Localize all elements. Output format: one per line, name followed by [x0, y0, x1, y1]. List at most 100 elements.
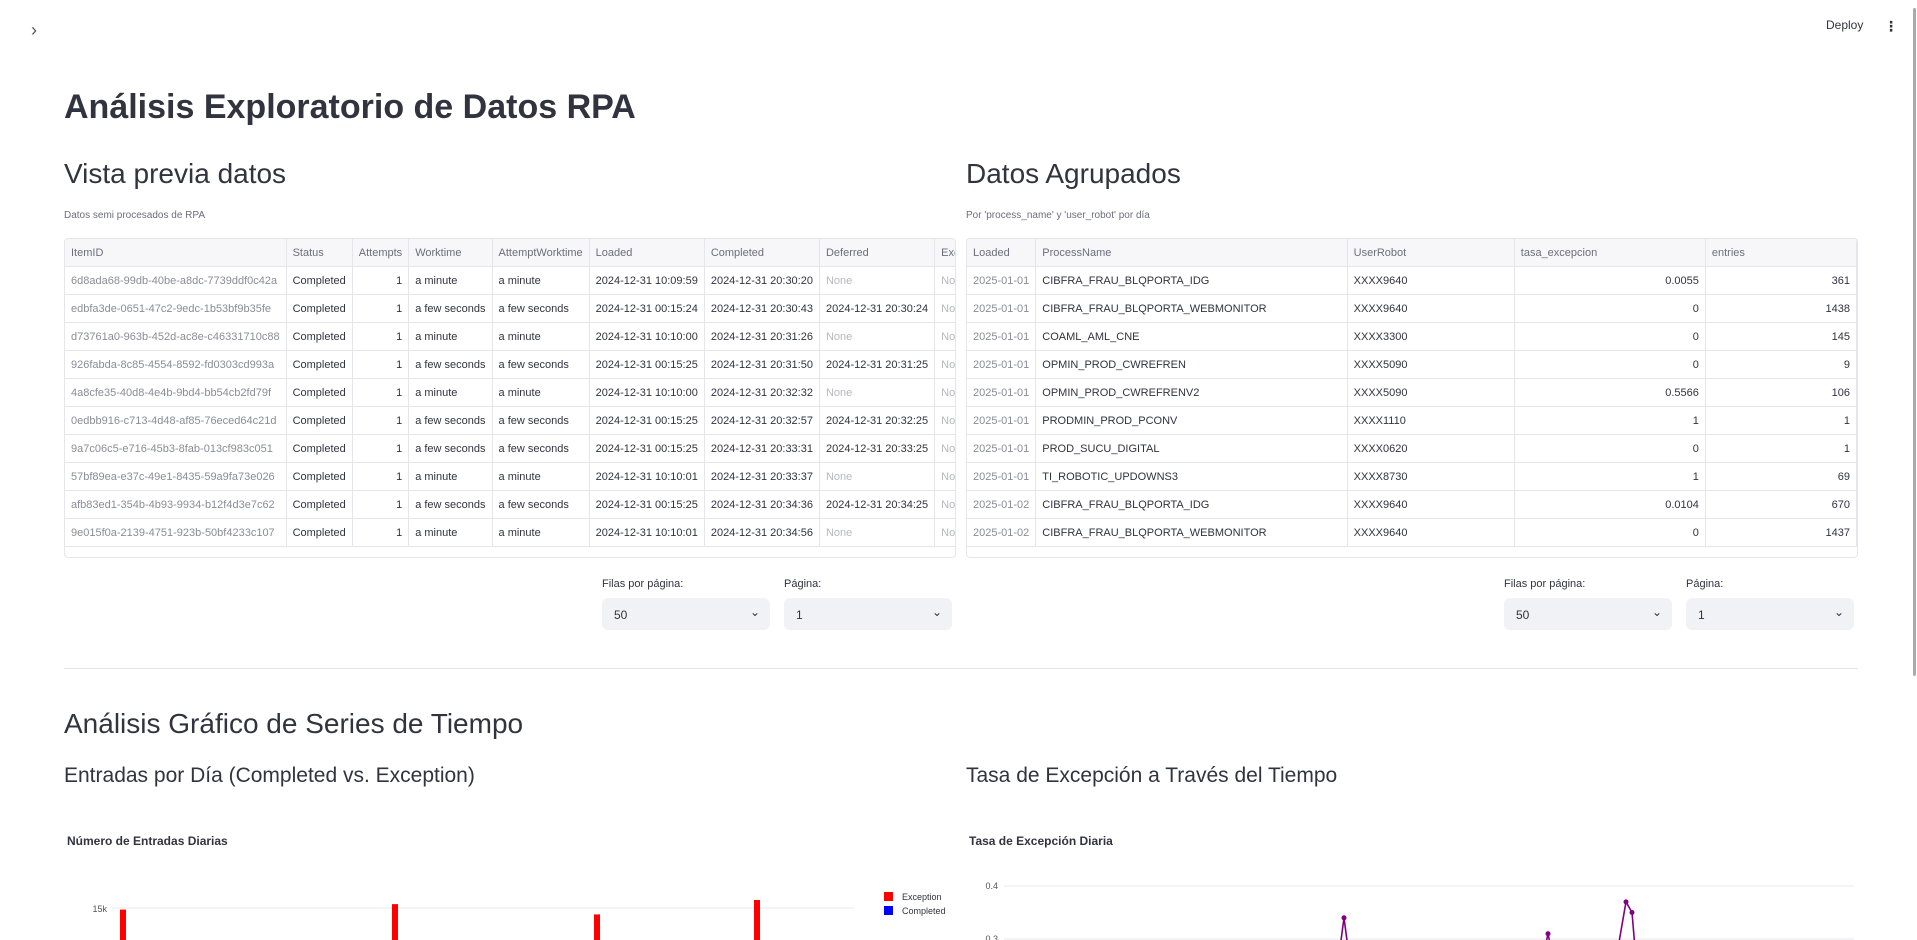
chevron-down-icon: ⌄ — [749, 605, 760, 619]
table-row[interactable]: 2025-01-01 CIBFRA_FRAU_BLQPORTA_IDG XXXX96… — [967, 266, 1857, 295]
table-cell: 2024-12-31 00:15:25 — [589, 406, 705, 435]
table-row[interactable]: 926fabda-8c85-4554-8592-fd0303cd993a Comp… — [65, 350, 955, 379]
table-cell: 2024-12-31 20:30:43 — [704, 294, 820, 323]
table-row[interactable]: 57bf89ea-e37c-49e1-8435-59a9fa73e026 Comp… — [65, 462, 955, 491]
exception-rate-line — [1340, 899, 1636, 940]
table-cell: d73761a0-963b-452d-ac8e-c46331710c88 — [65, 322, 287, 351]
preview-column-header[interactable]: Attempts — [352, 239, 410, 267]
preview-column-header[interactable]: Completed — [704, 239, 820, 267]
table-row[interactable]: 2025-01-01 PRODMIN_PROD_PCONV XXXX1110 1 1 — [967, 406, 1857, 435]
rows-per-page-select[interactable]: 50 ⌄ — [1504, 598, 1672, 630]
page-value: 1 — [796, 608, 803, 622]
table-cell: 1 — [352, 266, 410, 295]
table-cell: Completed — [286, 434, 353, 463]
table-cell: CIBFRA_FRAU_BLQPORTA_IDG — [1035, 490, 1348, 519]
table-cell: 1 — [1705, 434, 1857, 463]
preview-column-header[interactable]: Status — [286, 239, 353, 267]
exception-rate-line-chart: 0.4 0.3 — [985, 881, 1854, 940]
table-cell: Completed — [286, 294, 353, 323]
preview-column-header[interactable]: Deferred — [819, 239, 936, 267]
preview-column-header[interactable]: AttemptWorktime — [492, 239, 590, 267]
table-cell: 1 — [352, 406, 410, 435]
preview-column-header[interactable]: ItemID — [65, 239, 287, 267]
preview-data-table[interactable]: ItemID Status Attempts Worktime AttemptWorkt… — [64, 238, 956, 558]
table-cell: 2024-12-31 20:32:25 — [819, 406, 936, 435]
table-cell: a few seconds — [492, 434, 590, 463]
table-row[interactable]: 2025-01-01 CIBFRA_FRAU_BLQPORTA_WEBMONITO… — [967, 294, 1857, 323]
table-row[interactable]: 2025-01-02 CIBFRA_FRAU_BLQPORTA_WEBMONITO… — [967, 518, 1857, 547]
rows-per-page-select[interactable]: 50 ⌄ — [602, 598, 770, 630]
table-cell: 2025-01-01 — [967, 462, 1037, 491]
table-cell: 2024-12-31 20:34:36 — [704, 490, 820, 519]
table-cell: a few seconds — [408, 406, 493, 435]
page-select[interactable]: 1 ⌄ — [1686, 598, 1854, 630]
line-chart-title: Tasa de Excepción Diaria — [969, 834, 1113, 848]
section-title: Análisis Gráfico de Series de Tiempo — [64, 708, 524, 739]
table-cell: 2024-12-31 20:31:26 — [704, 322, 820, 351]
table-cell: XXXX9640 — [1347, 518, 1515, 547]
table-cell: 2025-01-01 — [967, 322, 1037, 351]
table-cell: 2025-01-02 — [967, 518, 1037, 547]
data-point — [1629, 910, 1635, 915]
kebab-icon[interactable]: ⋮ — [1884, 18, 1898, 35]
table-row[interactable]: 0edbb916-c713-4d48-af85-76eced64c21d Comp… — [65, 406, 955, 435]
table-row[interactable]: d73761a0-963b-452d-ac8e-c46331710c88 Comp… — [65, 322, 955, 351]
table-row[interactable]: 2025-01-01 PROD_SUCU_DIGITAL XXXX0620 0 1 — [967, 434, 1857, 463]
table-cell: TI_ROBOTIC_UPDOWNS3 — [1035, 462, 1348, 491]
grouped-data-table[interactable]: Loaded ProcessName UserRobot tasa_excepcion… — [966, 238, 1858, 558]
table-cell: 2024-12-31 20:30:24 — [819, 294, 936, 323]
grouped-table: Loaded ProcessName UserRobot tasa_excepcion… — [967, 239, 1857, 547]
rows-per-page-label: Filas por página: — [602, 578, 684, 590]
table-row[interactable]: 2025-01-01 OPMIN_PROD_CWREFREN XXXX5090 0 9 — [967, 350, 1857, 379]
table-row[interactable]: 2025-01-01 OPMIN_PROD_CWREFRENV2 XXXX5090 0… — [967, 378, 1857, 407]
table-cell: 6d8ada68-99db-40be-a8dc-7739ddf0c42a — [65, 266, 287, 295]
grouped-column-header[interactable]: UserRobot — [1347, 239, 1515, 267]
grouped-column-header[interactable]: tasa_excepcion — [1514, 239, 1706, 267]
grouped-column-header[interactable]: ProcessName — [1035, 239, 1348, 267]
grouped-column-header[interactable]: Loaded — [967, 239, 1037, 267]
table-cell: 2025-01-01 — [967, 378, 1037, 407]
table-row[interactable]: 2025-01-02 CIBFRA_FRAU_BLQPORTA_IDG XXXX96… — [967, 490, 1857, 519]
table-cell: 69 — [1705, 462, 1857, 491]
deploy-button[interactable]: Deploy — [1826, 18, 1863, 32]
chevron-right-icon[interactable]: › — [24, 20, 44, 40]
table-cell: XXXX5090 — [1347, 350, 1515, 379]
bar-chart-title: Número de Entradas Diarias — [67, 834, 228, 848]
table-row[interactable]: edbfa3de-0651-47c2-9edc-1b53bf9b35fe Comp… — [65, 294, 955, 323]
table-cell: 0.0104 — [1514, 490, 1706, 519]
preview-table: ItemID Status Attempts Worktime AttemptWorkt… — [65, 239, 955, 547]
table-cell: 2024-12-31 20:32:32 — [704, 378, 820, 407]
preview-column-header[interactable]: Worktime — [408, 239, 493, 267]
bar-exception — [594, 914, 600, 940]
table-cell: a minute — [492, 266, 590, 295]
table-cell: 2024-12-31 10:10:01 — [589, 518, 705, 547]
table-row[interactable]: 6d8ada68-99db-40be-a8dc-7739ddf0c42a Comp… — [65, 266, 955, 295]
grouped-column-header[interactable]: entries — [1705, 239, 1857, 267]
table-cell: XXXX5090 — [1347, 378, 1515, 407]
table-cell: 2025-01-01 — [967, 406, 1037, 435]
right-panel-title: Datos Agrupados — [966, 158, 1181, 189]
table-cell: None — [819, 322, 936, 351]
legend-swatch-exception — [884, 892, 893, 901]
table-row[interactable]: afb83ed1-354b-4b93-9934-b12f4d3e7c62 Comp… — [65, 490, 955, 519]
table-row[interactable]: 2025-01-01 TI_ROBOTIC_UPDOWNS3 XXXX8730 1 69 — [967, 462, 1857, 491]
table-row[interactable]: 9a7c06c5-e716-45b3-8fab-013cf983c051 Comp… — [65, 434, 955, 463]
table-cell: a few seconds — [408, 294, 493, 323]
page-scrollbar[interactable] — [1913, 8, 1916, 676]
table-cell: 2024-12-31 10:10:01 — [589, 462, 705, 491]
preview-column-header[interactable]: Loaded — [589, 239, 705, 267]
table-cell: a minute — [492, 518, 590, 547]
table-cell: 2024-12-31 10:10:00 — [589, 378, 705, 407]
table-row[interactable]: 9e015f0a-2139-4751-923b-50bf4233c107 Comp… — [65, 518, 955, 547]
table-row[interactable]: 2025-01-01 COAML_AML_CNE XXXX3300 0 145 — [967, 322, 1857, 351]
table-cell: 1 — [1514, 406, 1706, 435]
page-select[interactable]: 1 ⌄ — [784, 598, 952, 630]
table-row[interactable]: 4a8cfe35-40d8-4e4b-9bd4-bb54cb2fd79f Comp… — [65, 378, 955, 407]
preview-column-header[interactable]: Exception — [934, 239, 955, 267]
right-chart-subtitle: Tasa de Excepción a Través del Tiempo — [966, 764, 1338, 787]
table-cell: None — [934, 462, 955, 491]
table-cell: 670 — [1705, 490, 1857, 519]
table-cell: XXXX9640 — [1347, 266, 1515, 295]
table-cell: 2024-12-31 20:33:25 — [819, 434, 936, 463]
table-cell: XXXX8730 — [1347, 462, 1515, 491]
